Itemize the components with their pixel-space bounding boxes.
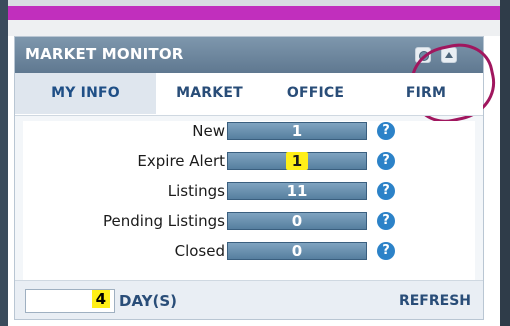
row-value-highlight: 1 — [285, 152, 309, 170]
row-label: Listings — [167, 182, 225, 200]
help-icon[interactable]: ? — [377, 182, 395, 200]
tab-bar: MY INFO MARKET OFFICE FIRM — [15, 73, 483, 116]
tab-office[interactable]: OFFICE — [263, 73, 368, 114]
widget-title: MARKET MONITOR — [25, 45, 184, 63]
row-value: 0 — [291, 212, 303, 230]
settings-icon[interactable] — [415, 47, 431, 63]
row-value: 11 — [286, 182, 308, 200]
help-icon[interactable]: ? — [377, 242, 395, 260]
row-expire-alert: Expire Alert 1 ? — [23, 151, 475, 171]
row-label: Closed — [174, 242, 225, 260]
under-band — [8, 20, 500, 36]
row-label: Pending Listings — [103, 212, 225, 230]
help-icon[interactable]: ? — [377, 152, 395, 170]
refresh-button[interactable]: REFRESH — [399, 289, 471, 313]
row-value: 1 — [291, 122, 303, 140]
top-magenta-bar — [8, 6, 500, 20]
stats-panel: New 1 ? Expire Alert 1 ? Listings 11 ? P… — [23, 121, 475, 291]
row-value-bar[interactable]: 11 — [227, 182, 367, 200]
market-monitor-widget: MARKET MONITOR MY INFO MARKET OFFICE FIR… — [14, 36, 502, 320]
widget-header: MARKET MONITOR — [15, 37, 483, 74]
row-value-bar[interactable]: 0 — [227, 212, 367, 230]
tab-firm[interactable]: FIRM — [369, 73, 483, 114]
days-label: DAY(S) — [119, 292, 178, 310]
right-window-edge — [500, 0, 510, 326]
help-icon[interactable]: ? — [377, 212, 395, 230]
row-value-bar[interactable]: 0 — [227, 242, 367, 260]
row-new: New 1 ? — [23, 121, 475, 141]
row-closed: Closed 0 ? — [23, 241, 475, 261]
help-icon[interactable]: ? — [377, 122, 395, 140]
row-value: 0 — [291, 242, 303, 260]
tab-my-info[interactable]: MY INFO — [15, 73, 156, 114]
days-value: 4 — [91, 290, 110, 308]
row-listings: Listings 11 ? — [23, 181, 475, 201]
collapse-icon[interactable] — [441, 47, 457, 63]
row-label: Expire Alert — [137, 152, 225, 170]
days-input[interactable]: 4 — [25, 289, 115, 313]
row-value-bar[interactable]: 1 — [227, 152, 367, 170]
row-pending-listings: Pending Listings 0 ? — [23, 211, 475, 231]
tab-market[interactable]: MARKET — [157, 73, 262, 114]
left-window-edge — [0, 0, 8, 326]
row-value-bar[interactable]: 1 — [227, 122, 367, 140]
widget-footer: 4 DAY(S) REFRESH — [15, 280, 483, 319]
row-label: New — [192, 122, 225, 140]
